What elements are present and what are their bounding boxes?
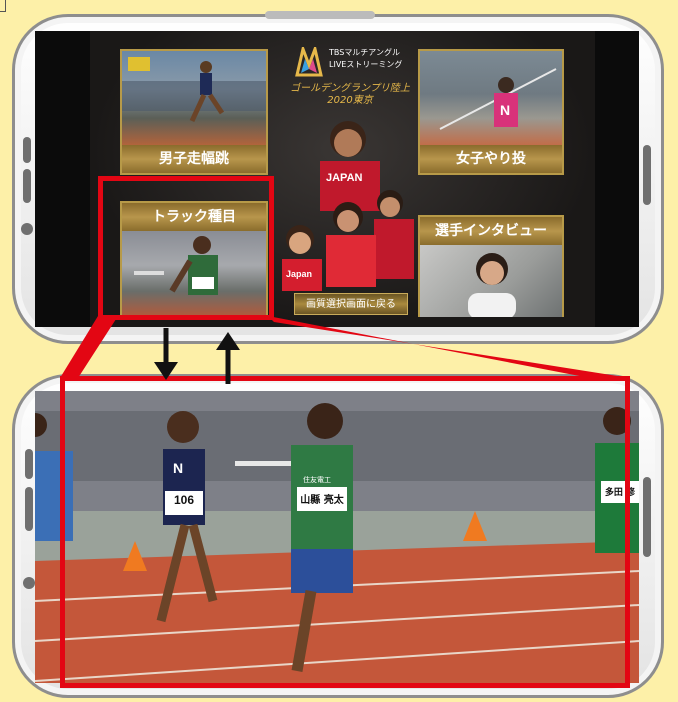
arrow-down-icon [154,328,178,380]
arrow-up-icon [216,332,240,384]
swap-arrows-icon [154,328,240,384]
zoom-connector-lines [60,316,630,378]
